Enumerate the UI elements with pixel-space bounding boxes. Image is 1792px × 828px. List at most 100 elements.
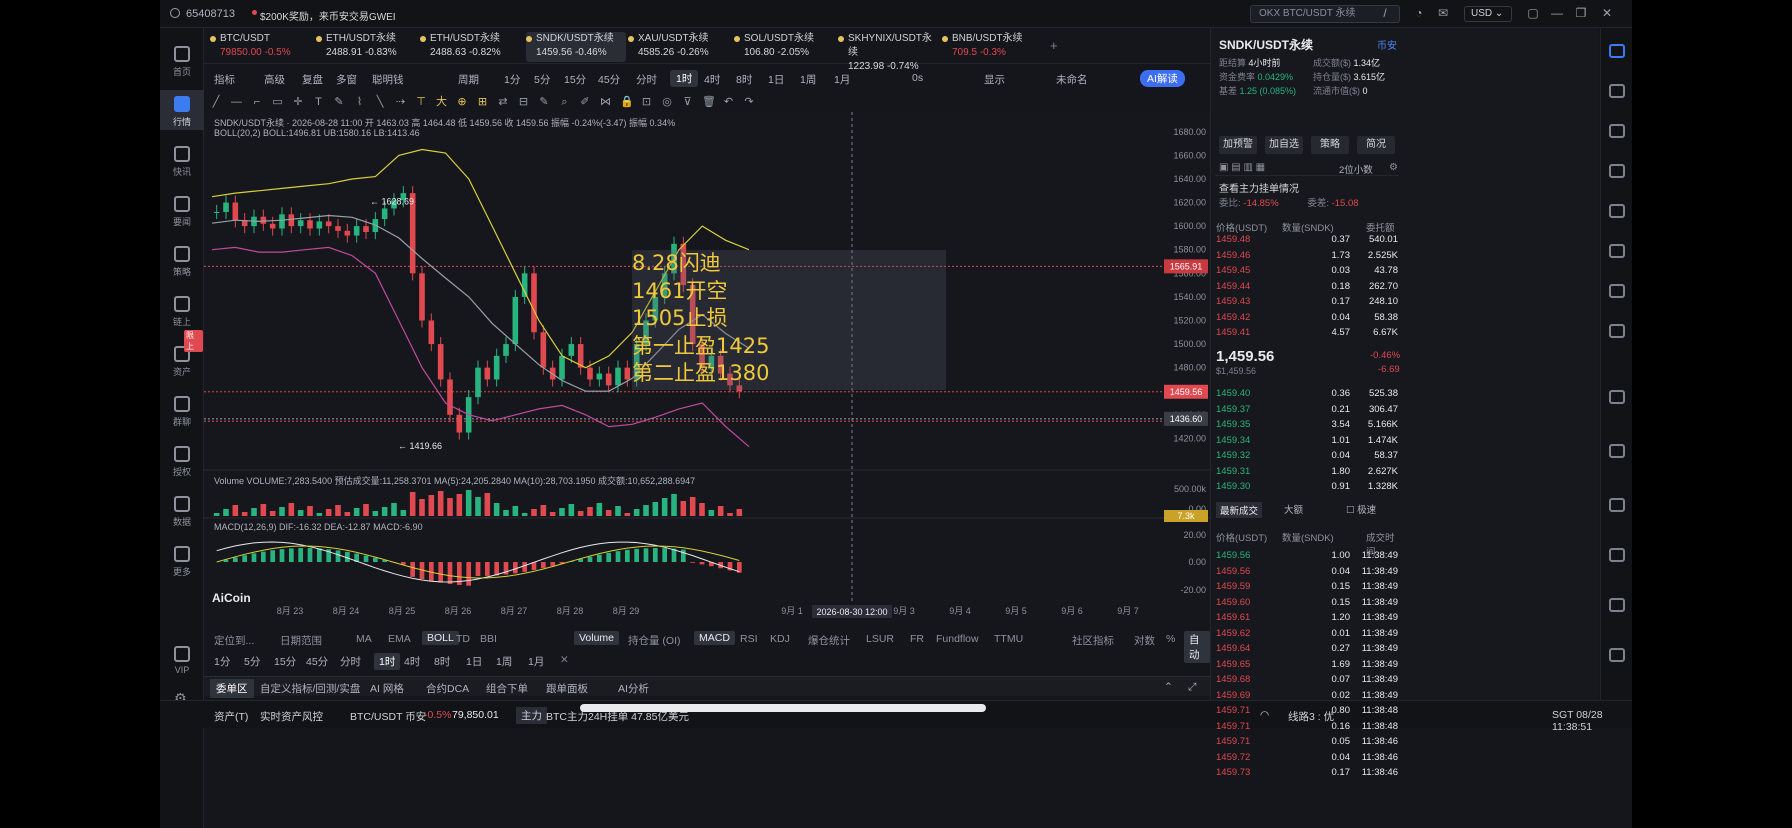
timeframe-item[interactable]: 15分 <box>274 654 296 669</box>
toolbar-item[interactable]: 1日 <box>768 72 784 87</box>
symbol-tab[interactable]: SOL/USDT永续 106.80 -2.05% <box>734 32 834 62</box>
toolbar-item[interactable]: 5分 <box>534 72 550 87</box>
action-button[interactable]: 策略 <box>1311 136 1349 154</box>
nav-item-10[interactable]: 更多 <box>160 540 204 580</box>
drawing-tool-icon[interactable]: ⌐ <box>251 96 263 108</box>
indicator-tab[interactable]: 日期范围 <box>280 633 322 648</box>
side-tool-icon[interactable] <box>1609 164 1625 178</box>
expand-icon[interactable]: ⤢ <box>1188 681 1196 694</box>
toolbar-item[interactable]: 1分 <box>504 72 520 87</box>
toolbar-item[interactable]: 显示 <box>984 72 1005 87</box>
close-icon[interactable]: ✕ <box>560 654 569 666</box>
side-tool-icon[interactable] <box>1609 548 1625 562</box>
indicator-tab[interactable]: BOLL <box>422 631 459 645</box>
toolbar-item[interactable]: 指标 <box>214 72 235 87</box>
side-tool-icon[interactable] <box>1609 598 1625 612</box>
toolbar-item[interactable]: 15分 <box>564 72 586 87</box>
user-icon[interactable] <box>170 8 180 18</box>
drawing-tool-icon[interactable]: — <box>231 96 243 108</box>
bottom-tab[interactable]: 组合下单 <box>486 681 528 696</box>
bottom-tab[interactable]: 委单区 <box>210 679 254 698</box>
nav-item-7[interactable]: 群聊 <box>160 390 204 430</box>
drawing-tool-icon[interactable]: ▭ <box>272 96 284 108</box>
drawing-tool-icon[interactable]: ⊞ <box>477 96 489 108</box>
drawing-tool-icon[interactable]: ⊟ <box>518 96 530 108</box>
nav-item-2[interactable]: 快讯 <box>160 140 204 180</box>
bottom-tab[interactable]: AI分析 <box>618 681 649 696</box>
drawing-tool-icon[interactable]: ⋈ <box>600 96 612 108</box>
symbol-tab[interactable]: BTC/USDT 79850.00 -0.5% <box>210 32 310 62</box>
drawing-tool-icon[interactable]: ↶ <box>723 96 735 108</box>
indicator-tab[interactable]: % <box>1166 633 1175 645</box>
timeframe-item[interactable]: 1日 <box>466 654 482 669</box>
side-tool-icon[interactable] <box>1609 444 1625 458</box>
ask-row[interactable]: 1459.46 1.73 2.525K <box>1210 250 1402 264</box>
drawing-tool-icon[interactable]: 🗑 <box>702 96 716 108</box>
ask-row[interactable]: 1459.42 0.04 58.38 <box>1210 312 1402 326</box>
drawing-tool-icon[interactable]: 🔒 <box>620 96 634 108</box>
collapse-icon[interactable]: ⌃ <box>1164 681 1173 693</box>
bid-row[interactable]: 1459.30 0.91 1.328K <box>1210 481 1402 495</box>
indicator-tab[interactable]: EMA <box>388 633 411 645</box>
bid-row[interactable]: 1459.35 3.54 5.166K <box>1210 419 1402 433</box>
toolbar-item[interactable]: 1月 <box>834 72 850 87</box>
side-tool-icon[interactable] <box>1609 498 1625 512</box>
side-tool-icon[interactable] <box>1609 124 1625 138</box>
timeframe-item[interactable]: 1周 <box>496 654 512 669</box>
timeframe-item[interactable]: 分时 <box>340 654 361 669</box>
drawing-tool-icon[interactable]: ⊤ <box>415 96 427 108</box>
symbol-tab[interactable]: XAU/USDT永续 4585.26 -0.26% <box>628 32 728 62</box>
toolbar-item[interactable]: AI解读 <box>1140 70 1185 87</box>
indicator-tab[interactable]: FR <box>910 633 924 645</box>
drawing-tool-icon[interactable]: ✎ <box>333 96 345 108</box>
drawing-tool-icon[interactable]: ⊡ <box>641 96 653 108</box>
depth-title[interactable]: 查看主力挂单情况 <box>1219 180 1299 195</box>
risk-link[interactable]: 实时资产风控 <box>260 709 323 724</box>
drawing-tool-icon[interactable]: ◎ <box>661 96 673 108</box>
indicator-tab[interactable]: Volume <box>574 631 620 645</box>
drawing-tool-icon[interactable]: 大 <box>436 96 448 108</box>
bid-row[interactable]: 1459.40 0.36 525.38 <box>1210 388 1402 402</box>
exchange-link[interactable]: 币安 <box>1377 37 1397 52</box>
toolbar-item[interactable]: 1周 <box>800 72 816 87</box>
drawing-tool-icon[interactable]: ⊽ <box>682 96 694 108</box>
action-button[interactable]: 加自选 <box>1265 136 1303 154</box>
drawing-tool-icon[interactable]: T <box>313 96 325 108</box>
drawing-tool-icon[interactable]: ⇢ <box>395 96 407 108</box>
nav-item-3[interactable]: 要闻 <box>160 190 204 230</box>
ask-row[interactable]: 1459.44 0.18 262.70 <box>1210 281 1402 295</box>
nav-item-1[interactable]: 行情 <box>160 90 204 130</box>
toolbar-item[interactable]: 45分 <box>598 72 620 87</box>
indicator-tab[interactable]: 持仓量 (OI) <box>628 633 681 648</box>
toolbar-item[interactable]: 4时 <box>704 72 720 87</box>
drawing-tool-icon[interactable]: ╱ <box>210 96 222 108</box>
bell-icon[interactable]: ◔ <box>1412 6 1426 20</box>
indicator-tab[interactable]: 对数 <box>1134 633 1155 648</box>
drawing-tool-icon[interactable]: ⊕ <box>456 96 468 108</box>
bid-row[interactable]: 1459.37 0.21 306.47 <box>1210 404 1402 418</box>
toolbar-item[interactable]: 8时 <box>736 72 752 87</box>
btc-ticker[interactable]: BTC/USDT 币安 <box>350 709 426 724</box>
drawing-tool-icon[interactable]: ✛ <box>292 96 304 108</box>
side-tool-icon[interactable] <box>1609 390 1625 404</box>
side-tool-icon[interactable] <box>1609 204 1625 218</box>
side-tool-icon[interactable] <box>1609 44 1625 58</box>
nav-item-9[interactable]: 数据 <box>160 490 204 530</box>
minimize-icon[interactable]: — <box>1550 6 1564 20</box>
ask-row[interactable]: 1459.48 0.37 540.01 <box>1210 234 1402 248</box>
price-chart[interactable]: 1680.00 1660.00 1640.00 1620.00 1600.00 1580.… <box>204 112 1210 620</box>
bid-row[interactable]: 1459.34 1.01 1.474K <box>1210 435 1402 449</box>
bottom-tab[interactable]: 跟单面板 <box>546 681 588 696</box>
indicator-tab[interactable]: BBI <box>480 633 497 645</box>
bottom-tab[interactable]: 合约DCA <box>426 681 469 696</box>
currency-select[interactable]: USD ⌄ <box>1464 6 1512 22</box>
precision-select[interactable]: 2位小数 <box>1339 162 1373 176</box>
timeframe-item[interactable]: 1月 <box>528 654 544 669</box>
indicator-tab[interactable]: 社区指标 <box>1072 633 1114 648</box>
indicator-tab[interactable]: TTMU <box>994 633 1023 645</box>
timeframe-item[interactable]: 5分 <box>244 654 260 669</box>
drawing-tool-icon[interactable]: ✎ <box>538 96 550 108</box>
toolbar-item[interactable]: 周期 <box>458 72 479 87</box>
nav-item-11[interactable]: VIP <box>160 640 204 680</box>
timeframe-item[interactable]: 1时 <box>374 653 401 670</box>
